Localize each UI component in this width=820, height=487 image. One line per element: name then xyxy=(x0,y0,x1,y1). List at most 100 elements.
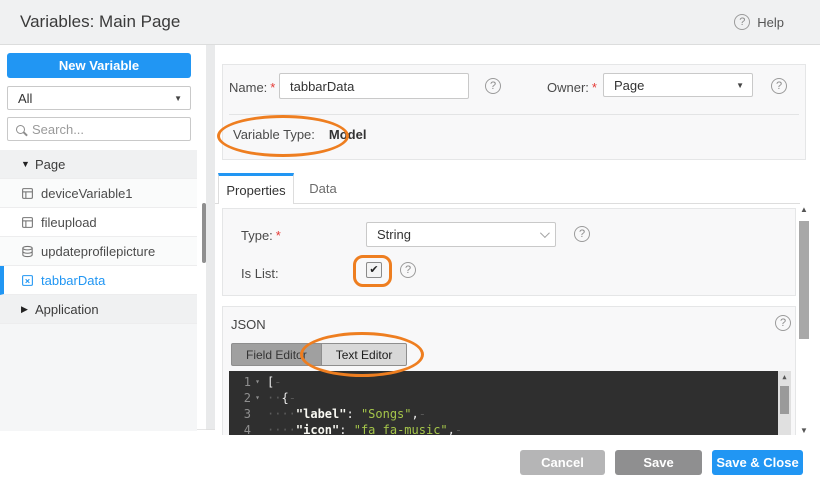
check-icon: ✔ xyxy=(369,264,379,276)
tree-label: Application xyxy=(35,301,99,317)
fold-icon[interactable]: ▾ xyxy=(251,374,264,390)
owner-label: Owner: * xyxy=(547,80,597,95)
tab-data[interactable]: Data xyxy=(295,173,351,204)
code-token-ws: ···· xyxy=(267,407,296,421)
sidebar-item-devicevariable1[interactable]: deviceVariable1 xyxy=(0,179,197,208)
type-label: Type: * xyxy=(241,228,281,243)
caret-down-icon: ▼ xyxy=(21,159,30,169)
tree-group-page[interactable]: ▼ Page xyxy=(0,150,197,179)
sidebar-item-fileupload[interactable]: fileupload xyxy=(0,208,197,237)
tree-label: deviceVariable1 xyxy=(41,185,133,201)
required-mark: * xyxy=(275,228,281,243)
service-variable-icon xyxy=(21,245,34,258)
search-icon xyxy=(16,124,25,134)
header: Variables: Main Page ? Help xyxy=(0,0,820,45)
help-icon: ? xyxy=(734,14,751,30)
owner-help-icon[interactable]: ? xyxy=(771,78,787,94)
line-number: 4 xyxy=(243,423,251,435)
is-list-help-icon[interactable]: ? xyxy=(400,262,416,278)
field-editor-button[interactable]: Field Editor xyxy=(231,343,321,366)
type-help-icon[interactable]: ? xyxy=(574,226,590,242)
model-variable-icon xyxy=(21,274,34,287)
code-line: 1 ▾ [- xyxy=(229,374,778,390)
content-scrollbar[interactable]: ▲ ▼ xyxy=(797,205,811,435)
type-select[interactable]: String xyxy=(366,222,556,247)
code-line: 2 ▾ ··{- xyxy=(229,390,778,406)
name-label: Name: * xyxy=(229,80,276,95)
variable-type-row: Variable Type: Model xyxy=(233,127,366,142)
code-token-ws: ···· xyxy=(267,423,296,435)
name-input[interactable] xyxy=(279,73,469,99)
code-lines: 1 ▾ [- 2 ▾ ··{- 3 ····"label": "Songs",- 4 ····"i… xyxy=(229,374,778,435)
code-token-str: "Songs" xyxy=(360,407,412,421)
is-list-checkbox[interactable]: ✔ xyxy=(366,262,382,278)
properties-panel: Type: * String ? Is List: ✔ ? xyxy=(222,208,796,296)
tree-empty-area xyxy=(0,324,197,431)
save-button[interactable]: Save xyxy=(615,450,702,475)
tree-group-application[interactable]: ▶ Application xyxy=(0,295,197,324)
filter-value: All xyxy=(18,90,33,106)
invisible-eol-marker: - xyxy=(454,423,463,435)
sidebar-item-tabbardata[interactable]: tabbarData xyxy=(0,266,197,295)
json-section-title: JSON xyxy=(231,317,266,332)
variable-summary-panel: Name:* ? Owner:* Page ▼ ? Variable Type:… xyxy=(222,64,806,160)
variable-search[interactable] xyxy=(7,117,191,141)
new-variable-button[interactable]: New Variable xyxy=(7,53,191,78)
tree-label: fileupload xyxy=(41,214,97,230)
editor-scrollbar[interactable]: ▲ xyxy=(778,371,791,435)
divider xyxy=(229,114,799,115)
editor-scrollbar-thumb[interactable] xyxy=(780,386,789,414)
sidebar-main-divider xyxy=(206,45,215,430)
name-help-icon[interactable]: ? xyxy=(485,78,501,94)
required-mark: * xyxy=(591,80,597,95)
json-text-editor[interactable]: 1 ▾ [- 2 ▾ ··{- 3 ····"label": "Songs",- 4 ····"i… xyxy=(229,371,791,435)
tree-label: updateprofilepicture xyxy=(41,243,156,259)
code-token-punct: : xyxy=(346,407,361,421)
line-number: 3 xyxy=(243,407,251,421)
code-token-key: "icon" xyxy=(295,423,340,435)
fold-icon[interactable]: ▾ xyxy=(251,390,264,406)
help-link[interactable]: ? Help xyxy=(734,14,784,30)
code-token-punct: { xyxy=(281,391,289,405)
search-input[interactable] xyxy=(32,121,172,137)
device-variable-icon xyxy=(21,187,34,200)
invisible-eol-marker: - xyxy=(274,375,282,389)
invisible-eol-marker: - xyxy=(288,391,296,405)
variable-filter-select[interactable]: All ▼ xyxy=(7,86,191,110)
owner-select[interactable]: Page ▼ xyxy=(603,73,753,97)
line-number: 1 xyxy=(243,375,251,389)
text-editor-button[interactable]: Text Editor xyxy=(320,343,408,366)
scroll-up-icon[interactable]: ▲ xyxy=(797,205,811,214)
json-panel: JSON ? Field Editor Text Editor 1 ▾ [- 2 ▾ ··… xyxy=(222,306,796,435)
device-variable-icon xyxy=(21,216,34,229)
main-content: Name:* ? Owner:* Page ▼ ? Variable Type:… xyxy=(215,45,820,435)
code-line: 4 ····"icon": "fa fa-music",- xyxy=(229,422,778,435)
sidebar-item-updateprofilepicture[interactable]: updateprofilepicture xyxy=(0,237,197,266)
tree-label: tabbarData xyxy=(41,272,106,288)
tab-properties[interactable]: Properties xyxy=(218,173,294,204)
chevron-down-icon: ▼ xyxy=(736,80,744,90)
content-scrollbar-thumb[interactable] xyxy=(799,221,809,339)
owner-value: Page xyxy=(614,77,645,93)
code-token-punct: , xyxy=(447,423,455,435)
code-token-punct: : xyxy=(339,423,354,435)
cancel-button[interactable]: Cancel xyxy=(520,450,605,475)
tree-label: Page xyxy=(35,156,66,172)
chevron-down-icon xyxy=(539,228,550,239)
is-list-label: Is List: xyxy=(241,266,279,281)
save-and-close-button[interactable]: Save & Close xyxy=(712,450,803,475)
required-mark: * xyxy=(270,80,276,95)
code-text: ····"label": "Songs",- xyxy=(264,406,426,422)
json-help-icon[interactable]: ? xyxy=(775,315,791,331)
scroll-up-icon[interactable]: ▲ xyxy=(778,371,791,384)
help-label: Help xyxy=(757,14,784,30)
page-title: Variables: Main Page xyxy=(20,12,181,31)
footer: Cancel Save Save & Close xyxy=(0,435,820,487)
scroll-down-icon[interactable]: ▼ xyxy=(797,426,811,435)
code-text: ····"icon": "fa fa-music",- xyxy=(264,422,462,435)
variables-editor-window: Variables: Main Page ? Help New Variable… xyxy=(0,0,820,487)
variable-type-label: Variable Type: xyxy=(233,127,315,142)
code-token-punct: , xyxy=(411,407,419,421)
